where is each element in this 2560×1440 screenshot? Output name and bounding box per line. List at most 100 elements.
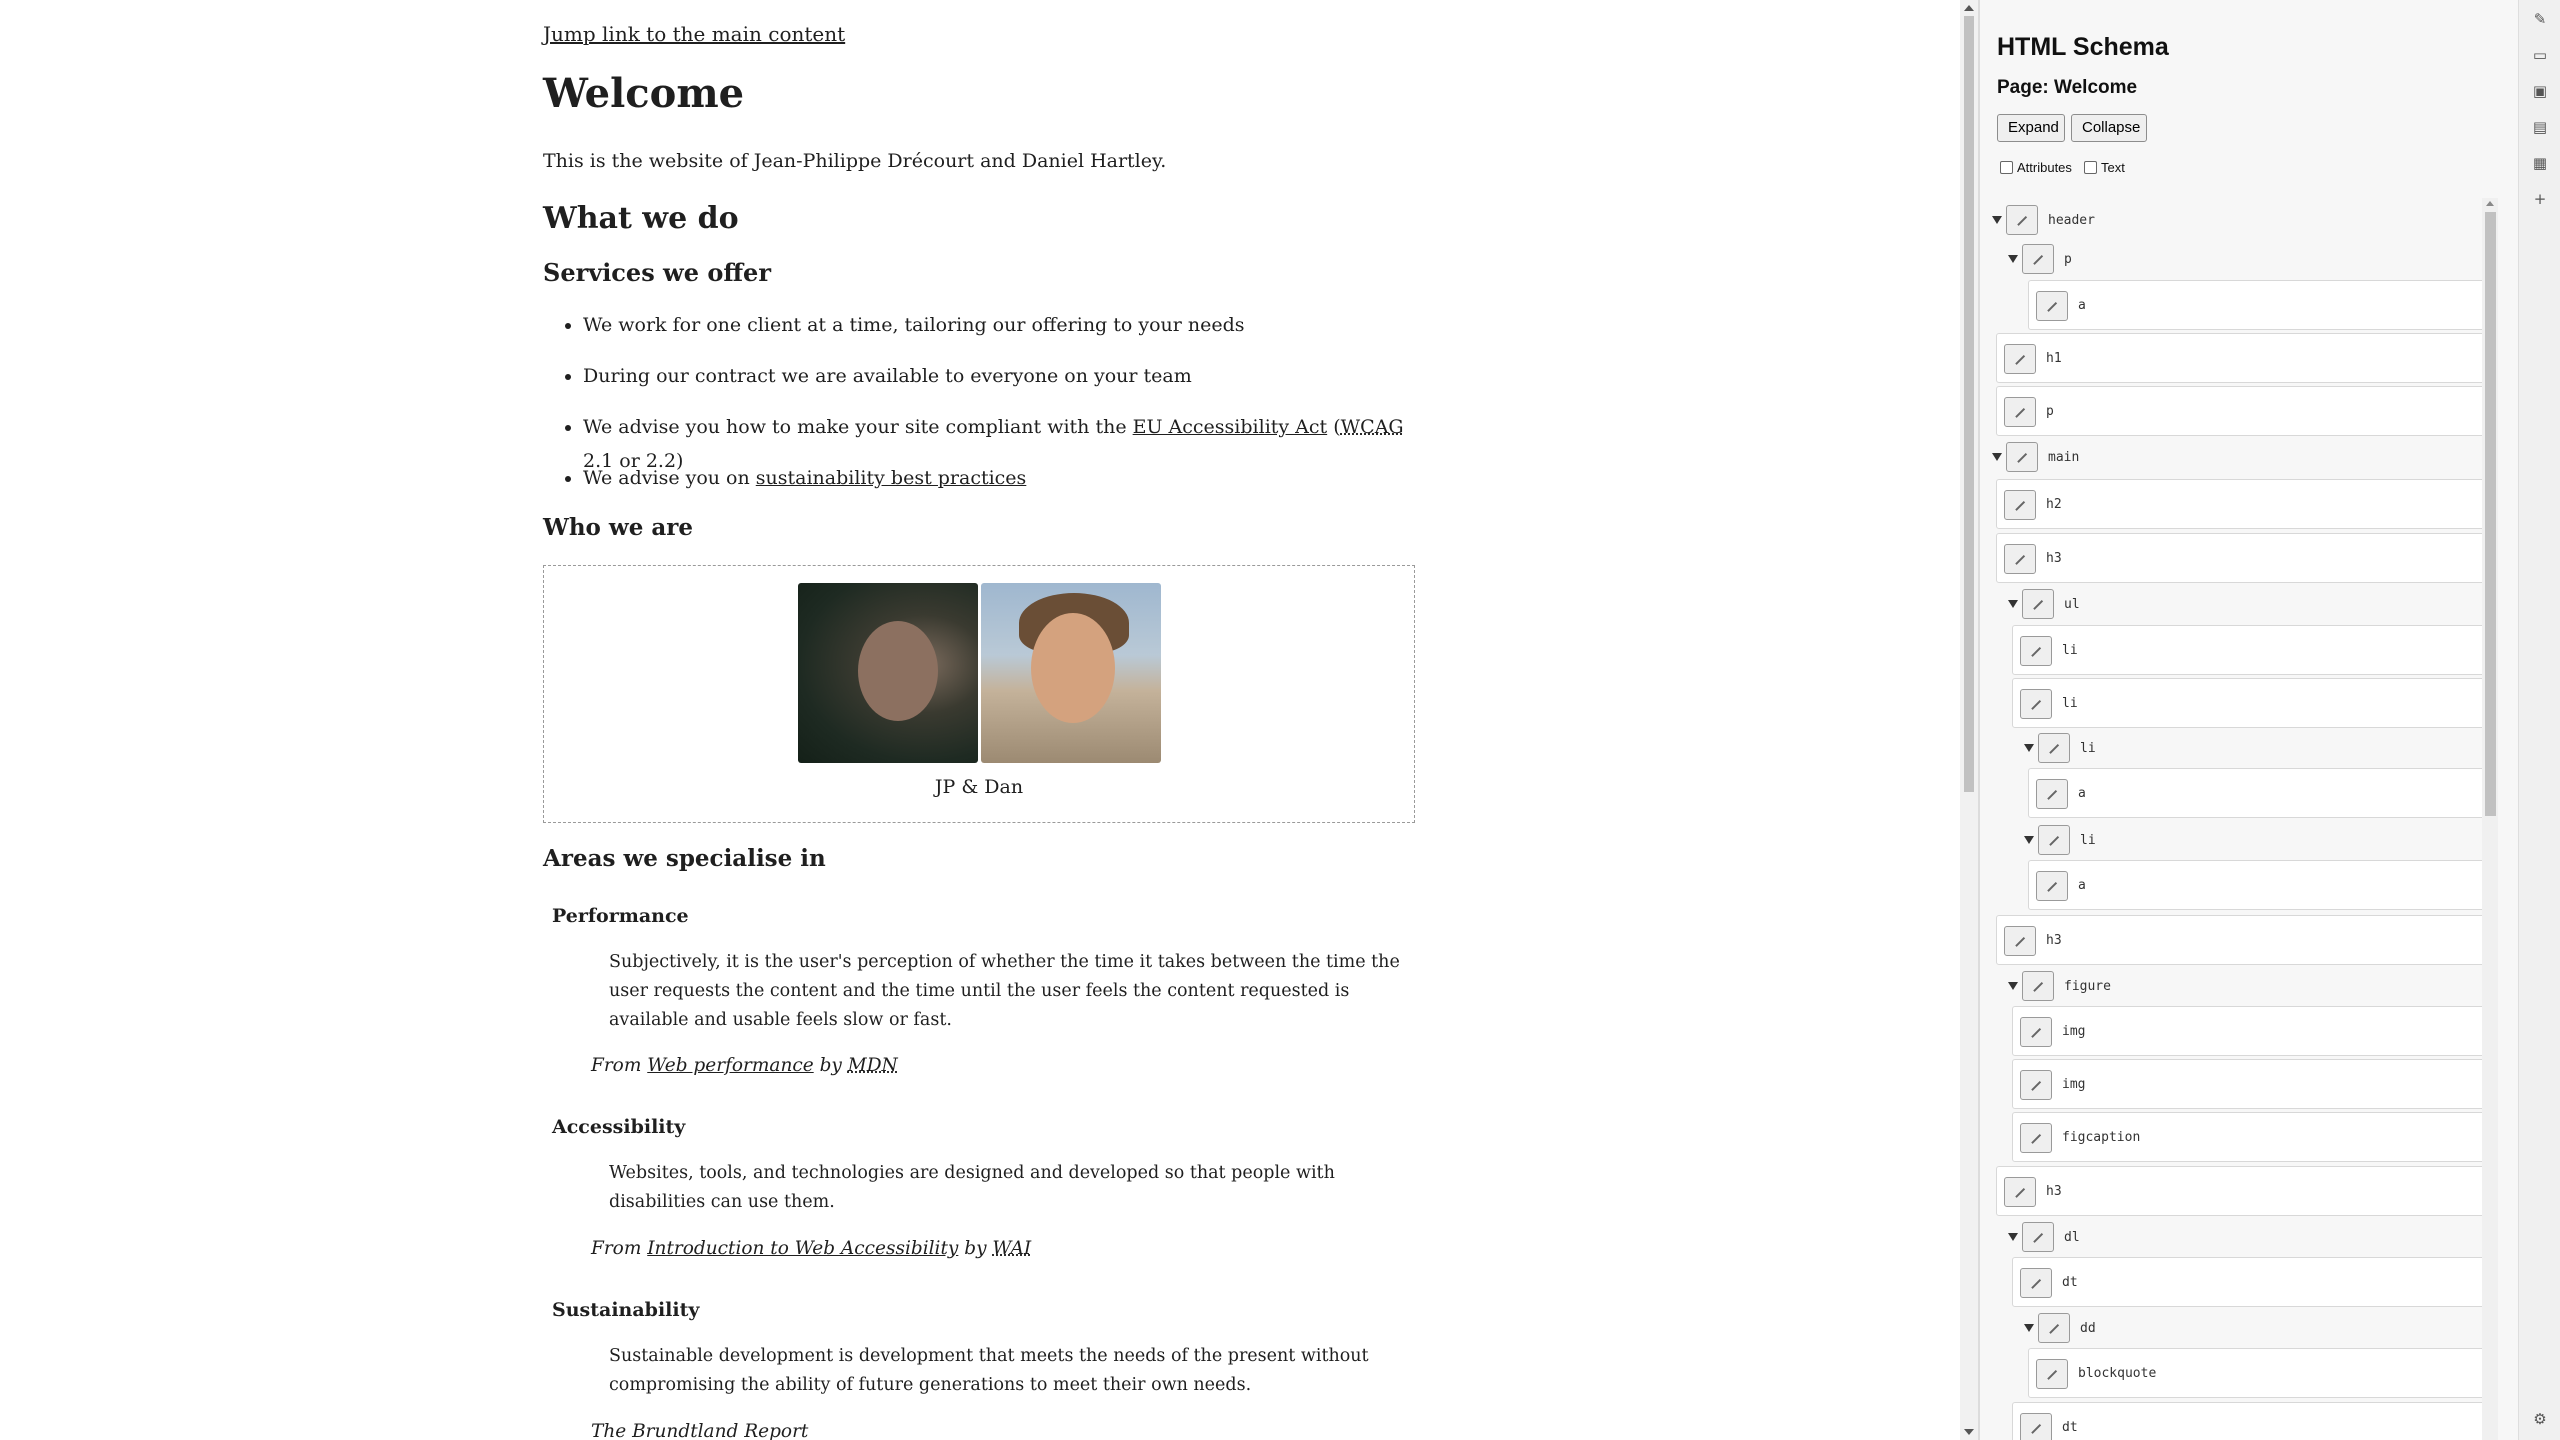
edit-icon[interactable] xyxy=(2004,344,2036,374)
skip-link[interactable]: Jump link to the main content xyxy=(543,22,845,46)
edit-icon[interactable] xyxy=(2036,291,2068,321)
page-scrollbar[interactable] xyxy=(1960,0,1978,1440)
what-we-do-heading: What we do xyxy=(543,201,739,236)
performance-term: Performance xyxy=(552,905,689,927)
settings-icon[interactable]: ⚙ xyxy=(2531,1410,2549,1428)
edit-icon[interactable] xyxy=(2006,205,2038,235)
tree-node[interactable]: a xyxy=(2028,280,2488,330)
tree-node-tag: a xyxy=(2078,878,2086,893)
areas-heading: Areas we specialise in xyxy=(543,845,826,872)
dan-photo xyxy=(981,583,1161,763)
expand-button[interactable]: Expand xyxy=(1997,114,2065,142)
edit-icon[interactable] xyxy=(2038,1313,2070,1343)
tree-node[interactable]: h2 xyxy=(1996,479,2488,529)
jp-photo xyxy=(798,583,978,763)
pin-icon[interactable]: ✎ xyxy=(2531,10,2549,28)
tree-node[interactable]: dt xyxy=(2012,1402,2488,1440)
edit-icon[interactable] xyxy=(2022,1222,2054,1252)
tree-node-tag: h3 xyxy=(2046,1184,2062,1199)
edit-icon[interactable] xyxy=(2036,871,2068,901)
edit-icon[interactable] xyxy=(2036,1359,2068,1389)
tree-node[interactable]: p xyxy=(1996,386,2488,436)
scroll-down-arrow-icon[interactable] xyxy=(1964,1429,1974,1435)
tree-node[interactable]: blockquote xyxy=(2028,1348,2488,1398)
expand-triangle-icon[interactable] xyxy=(2024,744,2034,752)
tree-node-tag: li xyxy=(2080,833,2096,848)
collapse-button[interactable]: Collapse xyxy=(2071,114,2147,142)
tree-node[interactable]: h3 xyxy=(1996,533,2488,583)
tree-node[interactable]: img xyxy=(2012,1059,2488,1109)
web-performance-link[interactable]: Web performance xyxy=(647,1055,813,1076)
checkbox-label: Text xyxy=(2101,160,2125,175)
scroll-up-arrow-icon[interactable] xyxy=(2486,201,2494,206)
edit-icon[interactable] xyxy=(2022,971,2054,1001)
edit-icon[interactable] xyxy=(2004,490,2036,520)
edit-icon[interactable] xyxy=(2020,636,2052,666)
expand-triangle-icon[interactable] xyxy=(2008,1233,2018,1241)
edit-icon[interactable] xyxy=(2004,1177,2036,1207)
eu-accessibility-act-link[interactable]: EU Accessibility Act xyxy=(1133,416,1328,438)
edit-icon[interactable] xyxy=(2004,926,2036,956)
expand-triangle-icon[interactable] xyxy=(2008,255,2018,263)
edit-icon[interactable] xyxy=(2020,1017,2052,1047)
tree-node[interactable]: a xyxy=(2028,768,2488,818)
expand-triangle-icon[interactable] xyxy=(2024,1324,2034,1332)
expand-triangle-icon[interactable] xyxy=(2008,982,2018,990)
mdn-abbr: MDN xyxy=(847,1055,898,1076)
tree-node[interactable]: h3 xyxy=(1996,1166,2488,1216)
plus-icon[interactable]: + xyxy=(2531,190,2549,208)
table-icon[interactable]: ▦ xyxy=(2531,154,2549,172)
services-list: We work for one client at a time, tailor… xyxy=(543,308,1417,512)
tree-node[interactable]: h1 xyxy=(1996,333,2488,383)
scroll-up-arrow-icon[interactable] xyxy=(1964,5,1974,11)
edit-icon[interactable] xyxy=(2020,1123,2052,1153)
tree-node[interactable]: img xyxy=(2012,1006,2488,1056)
tree-scrollbar[interactable] xyxy=(2482,198,2498,1440)
checkbox-label: Attributes xyxy=(2017,160,2072,175)
edit-icon[interactable] xyxy=(2020,1070,2052,1100)
edit-icon[interactable] xyxy=(2022,589,2054,619)
scrollbar-thumb[interactable] xyxy=(2485,212,2496,816)
html-schema-panel: HTML Schema Page: Welcome Expand Collaps… xyxy=(1980,0,2518,1440)
tree-node[interactable]: h3 xyxy=(1996,915,2488,965)
expand-triangle-icon[interactable] xyxy=(2008,600,2018,608)
edit-icon[interactable] xyxy=(2036,779,2068,809)
tree-node-tag: h2 xyxy=(2046,497,2062,512)
dan-face xyxy=(1031,613,1115,723)
expand-triangle-icon[interactable] xyxy=(1992,453,2002,461)
tree-node-tag: li xyxy=(2062,643,2078,658)
edit-icon[interactable] xyxy=(2038,733,2070,763)
edit-icon[interactable] xyxy=(2004,397,2036,427)
edit-icon[interactable] xyxy=(2020,689,2052,719)
attributes-checkbox[interactable]: Attributes xyxy=(2000,160,2072,175)
tree-node[interactable]: li xyxy=(2012,625,2488,675)
edit-icon[interactable] xyxy=(2004,544,2036,574)
tree-node[interactable]: a xyxy=(2028,860,2488,910)
scrollbar-thumb[interactable] xyxy=(1964,16,1974,792)
tree-node[interactable]: li xyxy=(2012,678,2488,728)
intro-web-accessibility-link[interactable]: Introduction to Web Accessibility xyxy=(647,1238,958,1259)
expand-triangle-icon[interactable] xyxy=(2024,836,2034,844)
wallet-icon[interactable]: ▣ xyxy=(2531,82,2549,100)
edit-icon[interactable] xyxy=(2038,825,2070,855)
tree-node-tag: ul xyxy=(2064,597,2080,612)
sustainability-source: The Brundtland Report xyxy=(591,1421,809,1440)
expand-triangle-icon[interactable] xyxy=(1992,216,2002,224)
tree-node[interactable]: dt xyxy=(2012,1257,2488,1307)
accessibility-quote: Websites, tools, and technologies are de… xyxy=(609,1163,1335,1212)
edit-icon[interactable] xyxy=(2022,244,2054,274)
tree-node[interactable]: figcaption xyxy=(2012,1112,2488,1162)
save-icon[interactable]: ▤ xyxy=(2531,118,2549,136)
checkbox-box[interactable] xyxy=(2000,161,2013,174)
list-item: We advise you how to make your site comp… xyxy=(583,410,1417,472)
tree-node-tag: img xyxy=(2062,1077,2086,1092)
edit-icon[interactable] xyxy=(2006,442,2038,472)
edit-icon[interactable] xyxy=(2020,1413,2052,1440)
reader-icon[interactable]: ▭ xyxy=(2531,46,2549,64)
tree-node-tag: dt xyxy=(2062,1420,2078,1435)
checkbox-box[interactable] xyxy=(2084,161,2097,174)
text-checkbox[interactable]: Text xyxy=(2084,160,2125,175)
sustainability-link[interactable]: sustainability best practices xyxy=(756,467,1027,489)
edit-icon[interactable] xyxy=(2020,1268,2052,1298)
list-item-text: We advise you how to make your site comp… xyxy=(583,416,1133,438)
